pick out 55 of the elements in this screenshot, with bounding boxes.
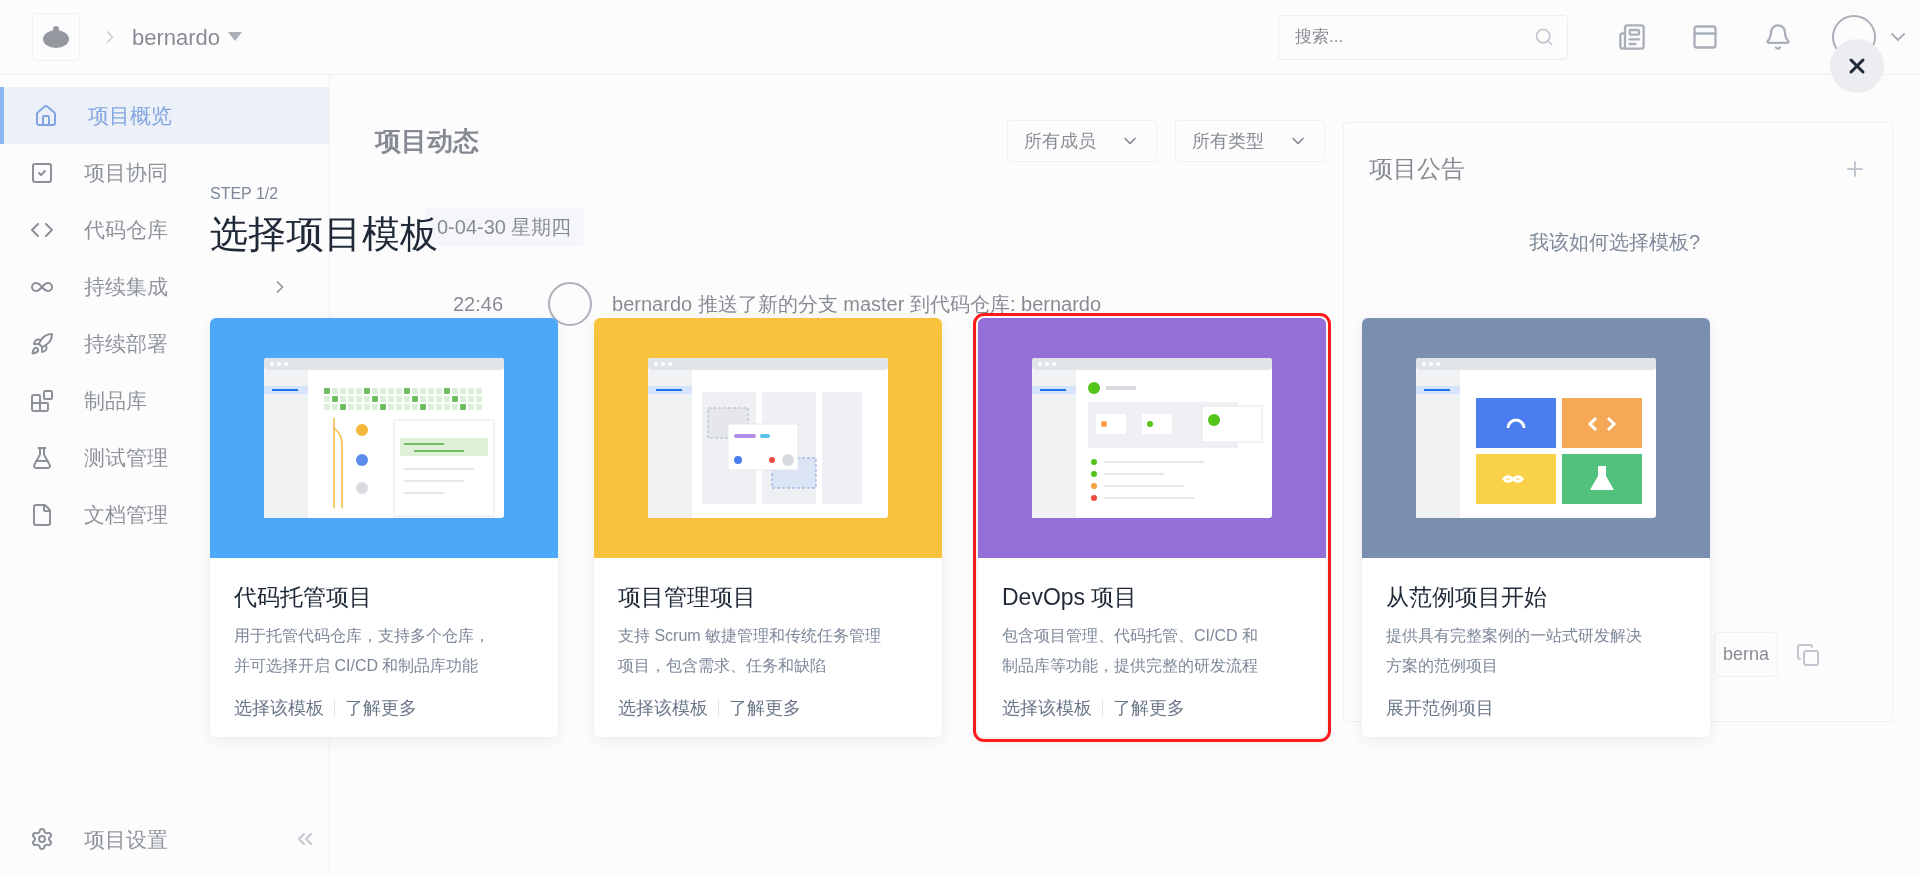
news-icon[interactable] — [1618, 23, 1646, 51]
project-switcher[interactable]: bernardo — [132, 20, 243, 54]
search-icon — [1534, 26, 1554, 47]
sidebar-icon — [30, 160, 54, 185]
card-link[interactable]: 展开范例项目 — [1386, 690, 1494, 725]
card-description: 用于托管代码仓库，支持多个仓库， — [234, 625, 491, 646]
search-field[interactable]: 搜索... — [1278, 14, 1568, 60]
card-link[interactable]: 了解更多 — [729, 690, 801, 725]
sidebar-item[interactable]: 代码仓库 — [0, 201, 200, 258]
card-link[interactable]: 了解更多 — [1113, 690, 1185, 725]
card-description: 提供具有完整案例的一站式研发解决 — [1386, 625, 1643, 646]
card-title: 从范例项目开始 — [1386, 583, 1548, 612]
notification-icon[interactable] — [1764, 23, 1792, 51]
card-description: 并可选择开启 CI/CD 和制品库功能 — [234, 655, 480, 676]
sidebar-item[interactable]: 持续部署 — [0, 315, 200, 372]
sidebar-item[interactable]: 测试管理 — [0, 429, 200, 486]
section-title: 项目动态 — [375, 124, 479, 158]
card-link[interactable]: 选择该模板 — [618, 690, 708, 725]
card-link[interactable]: 选择该模板 — [1002, 690, 1092, 725]
sidebar-icon — [30, 502, 54, 527]
sidebar-icon — [30, 388, 54, 413]
step-label: STEP 1/2 — [210, 184, 279, 204]
sidebar-icon — [34, 103, 58, 128]
card-description: 方案的范例项目 — [1386, 655, 1499, 676]
sidebar-item[interactable]: 文档管理 — [0, 486, 200, 543]
logo-icon[interactable] — [32, 13, 80, 61]
template-card[interactable]: 项目管理项目 支持 Scrum 敏捷管理和传统任务管理 项目，包含需求、任务和缺陷 选择该模板 了解更多 — [594, 318, 942, 737]
template-card[interactable]: 从范例项目开始 提供具有完整案例的一站式研发解决 方案的范例项目 展开范例项目 — [1362, 318, 1710, 737]
card-title: 项目管理项目 — [618, 583, 757, 612]
template-card[interactable]: 代码托管项目 用于托管代码仓库，支持多个仓库， 并可选择开启 CI/CD 和制品库功能 选择该模板 了解更多 — [210, 318, 558, 737]
text-field[interactable]: berna — [1714, 632, 1779, 677]
sidebar-item[interactable]: 持续集成 — [0, 258, 200, 315]
card-link[interactable]: 了解更多 — [345, 690, 417, 725]
card-link[interactable]: 选择该模板 — [234, 690, 324, 725]
sidebar-icon — [30, 331, 54, 356]
card-description: 包含项目管理、代码托管、CI/CD 和 — [1002, 625, 1259, 646]
sidebar-item[interactable]: 项目协同 — [0, 144, 200, 201]
filter-dropdown[interactable]: 所有类型 — [1175, 120, 1325, 162]
event-time: 22:46 — [453, 292, 504, 317]
card-description: 制品库等功能，提供完整的研发流程 — [1002, 655, 1259, 676]
sidebar-item[interactable]: 制品库 — [0, 372, 200, 429]
help-link[interactable]: 我该如何选择模板? — [1528, 227, 1700, 257]
settings-icon[interactable] — [30, 827, 54, 852]
card-title: DevOps 项目 — [1002, 583, 1139, 612]
panel-title: 项目公告 — [1369, 154, 1465, 184]
caret-icon — [228, 32, 243, 42]
event-text: bernardo 推送了新的分支 master 到代码仓库: bernardo — [612, 292, 1102, 317]
settings-label[interactable]: 项目设置 — [84, 823, 168, 855]
card-description: 项目，包含需求、任务和缺陷 — [618, 655, 827, 676]
card-title: 代码托管项目 — [234, 583, 373, 612]
copy-icon[interactable] — [1796, 642, 1821, 667]
window-icon[interactable] — [1691, 23, 1719, 51]
filter-dropdown[interactable]: 所有成员 — [1007, 120, 1157, 162]
card-description: 支持 Scrum 敏捷管理和传统任务管理 — [618, 625, 883, 646]
sidebar-icon — [30, 445, 54, 470]
